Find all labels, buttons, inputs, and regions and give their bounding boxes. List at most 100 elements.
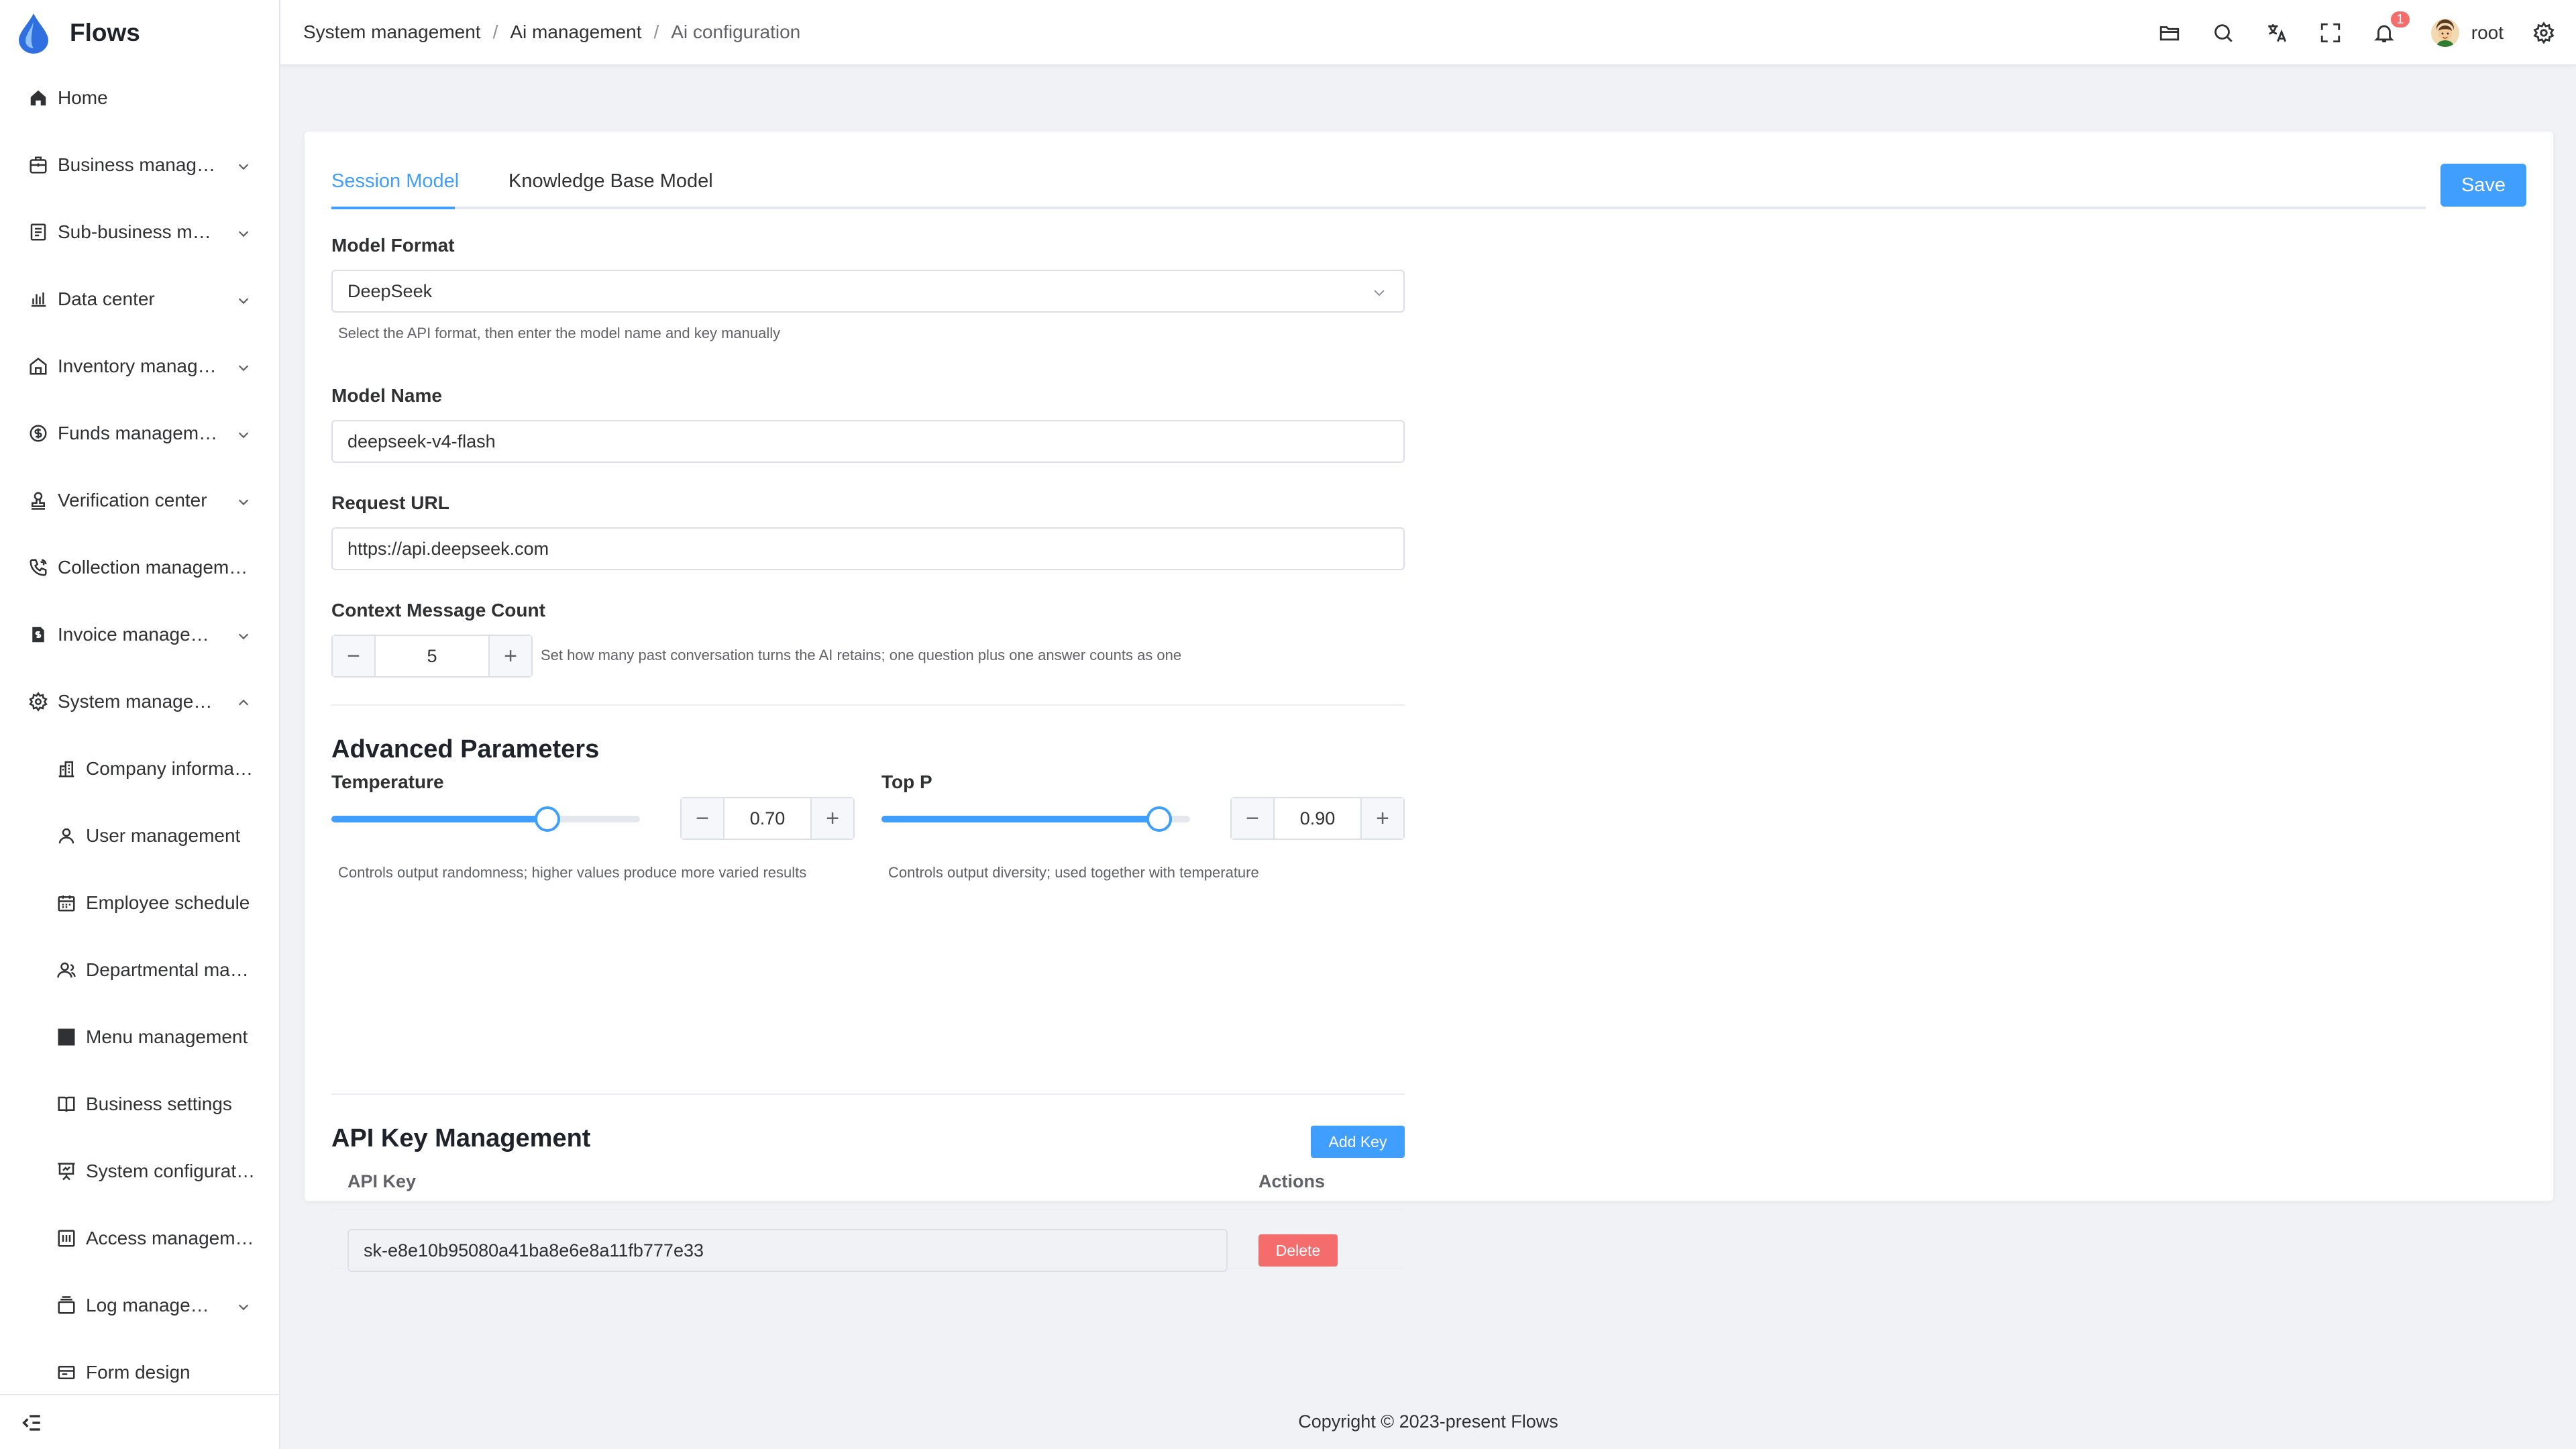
sidebar-item-label: Company informa… (86, 758, 253, 779)
temperature-label: Temperature (331, 771, 444, 792)
breadcrumb-separator: / (653, 21, 659, 42)
sidebar-item-label: Business settings (86, 1093, 232, 1114)
delete-key-button[interactable]: Delete (1258, 1234, 1338, 1267)
phone-icon (27, 556, 50, 579)
model-name-input[interactable]: deepseek-v4-flash (331, 420, 1405, 463)
model-format-hint: Select the API format, then enter the mo… (338, 325, 781, 341)
translate-icon[interactable] (2263, 19, 2290, 46)
table-divider (331, 1268, 1405, 1269)
temperature-value[interactable]: 0.70 (724, 798, 810, 839)
sidebar-item-label: Verification center (58, 490, 207, 511)
header-actions: 1 root (2156, 0, 2576, 66)
flows-logo-icon (19, 13, 48, 54)
tab-session-model[interactable]: Session Model (331, 170, 459, 193)
increment-button[interactable]: + (488, 636, 531, 676)
sidebar-item-business-management[interactable]: Business manag… (0, 131, 279, 199)
model-name-value: deepseek-v4-flash (347, 431, 496, 451)
slider-handle[interactable] (535, 806, 560, 832)
breadcrumb-separator: / (492, 21, 498, 42)
app-title: Flows (70, 19, 140, 46)
avatar[interactable] (2430, 19, 2459, 47)
chevron-down-icon (236, 291, 251, 306)
add-key-button[interactable]: Add Key (1311, 1126, 1405, 1158)
sidebar-item-sub-business[interactable]: Sub-business m… (0, 199, 279, 266)
sidebar-item-company-info[interactable]: Company informa… (0, 735, 279, 802)
table-divider (331, 1209, 1405, 1210)
username[interactable]: root (2471, 22, 2504, 44)
sidebar-item-label: User management (86, 825, 241, 846)
sidebar-item-departmental[interactable]: Departmental ma… (0, 936, 279, 1004)
sidebar-item-employee-schedule[interactable]: Employee schedule (0, 869, 279, 936)
temperature-hint: Controls output randomness; higher value… (338, 864, 807, 881)
top-p-stepper: − 0.90 + (1230, 797, 1405, 840)
sidebar-item-inventory[interactable]: Inventory manag… (0, 333, 279, 400)
sidebar-item-system-management[interactable]: System manage… (0, 668, 279, 735)
chevron-down-icon (236, 224, 251, 239)
sidebar-item-label: Funds managem… (58, 423, 218, 443)
top-header: System management / Ai management / Ai c… (280, 0, 2576, 66)
context-count-label: Context Message Count (331, 600, 545, 621)
gear-icon (27, 690, 50, 713)
sidebar-item-user-management[interactable]: User management (0, 802, 279, 869)
user-icon (55, 824, 78, 847)
chevron-up-icon (236, 694, 251, 708)
sidebar-item-access-management[interactable]: Access managem… (0, 1205, 279, 1272)
sidebar-item-invoice[interactable]: Invoice manage… (0, 601, 279, 668)
decrement-button[interactable]: − (333, 636, 376, 676)
fullscreen-icon[interactable] (2317, 19, 2344, 46)
sidebar-item-collection[interactable]: Collection managem… (0, 534, 279, 601)
search-icon[interactable] (2210, 19, 2237, 46)
top-p-value[interactable]: 0.90 (1275, 798, 1360, 839)
collapse-sidebar-icon[interactable] (20, 1411, 43, 1434)
footer-copyright: Copyright © 2023-present Flows (1298, 1411, 1558, 1432)
temperature-slider[interactable] (331, 805, 640, 832)
grid-icon (55, 1026, 78, 1049)
warehouse-icon (27, 355, 50, 378)
sidebar: Flows Home Business manag… Sub-business … (0, 0, 280, 1449)
request-url-input[interactable]: https://api.deepseek.com (331, 527, 1405, 570)
slider-handle[interactable] (1146, 806, 1172, 832)
top-p-slider[interactable] (881, 805, 1190, 832)
column-header-actions: Actions (1258, 1171, 1326, 1191)
settings-gear-icon[interactable] (2530, 19, 2557, 46)
context-count-value[interactable]: 5 (376, 636, 488, 676)
increment-button[interactable]: + (810, 798, 853, 839)
save-button[interactable]: Save (2440, 164, 2526, 207)
model-format-select[interactable]: DeepSeek (331, 270, 1405, 313)
sidebar-item-home[interactable]: Home (0, 64, 279, 131)
sidebar-item-verification[interactable]: Verification center (0, 467, 279, 534)
api-key-input[interactable]: sk-e8e10b95080a41ba8e6e8a11fb777e33 (347, 1229, 1228, 1272)
stamp-icon (27, 489, 50, 512)
ai-configuration-card: Session Model Knowledge Base Model Save … (305, 131, 2553, 1272)
breadcrumb-current: Ai configuration (671, 21, 801, 42)
api-key-management-title: API Key Management (331, 1124, 591, 1152)
users-icon (55, 959, 78, 981)
model-format-label: Model Format (331, 235, 455, 256)
sidebar-menu: Home Business manag… Sub-business m… Dat… (0, 64, 279, 1406)
sidebar-item-business-settings[interactable]: Business settings (0, 1071, 279, 1138)
building-icon (55, 757, 78, 780)
decrement-button[interactable]: − (1232, 798, 1275, 839)
sidebar-item-data-center[interactable]: Data center (0, 266, 279, 333)
sidebar-item-menu-management[interactable]: Menu management (0, 1004, 279, 1071)
sidebar-item-label: Sub-business m… (58, 221, 211, 242)
sidebar-item-label: Data center (58, 288, 155, 309)
tab-knowledge-base-model[interactable]: Knowledge Base Model (508, 170, 713, 193)
breadcrumb-item[interactable]: Ai management (510, 21, 641, 43)
decrement-button[interactable]: − (682, 798, 724, 839)
breadcrumb-item[interactable]: System management (303, 21, 481, 43)
sidebar-item-system-configuration[interactable]: System configurat… (0, 1138, 279, 1205)
notification-bell-icon[interactable]: 1 (2371, 10, 2411, 46)
app-logo[interactable]: Flows (15, 13, 140, 54)
sidebar-item-label: Business manag… (58, 154, 216, 175)
chevron-down-icon (236, 1297, 251, 1312)
folder-icon[interactable] (2156, 19, 2183, 46)
sidebar-item-label: Inventory manag… (58, 356, 217, 376)
breadcrumb: System management / Ai management / Ai c… (303, 21, 800, 43)
chevron-down-icon (1371, 284, 1387, 301)
sidebar-item-label: Menu management (86, 1026, 248, 1047)
increment-button[interactable]: + (1360, 798, 1403, 839)
sidebar-item-log-management[interactable]: Log manage… (0, 1272, 279, 1339)
sidebar-item-label: System configurat… (86, 1161, 256, 1181)
sidebar-item-funds[interactable]: Funds managem… (0, 400, 279, 467)
